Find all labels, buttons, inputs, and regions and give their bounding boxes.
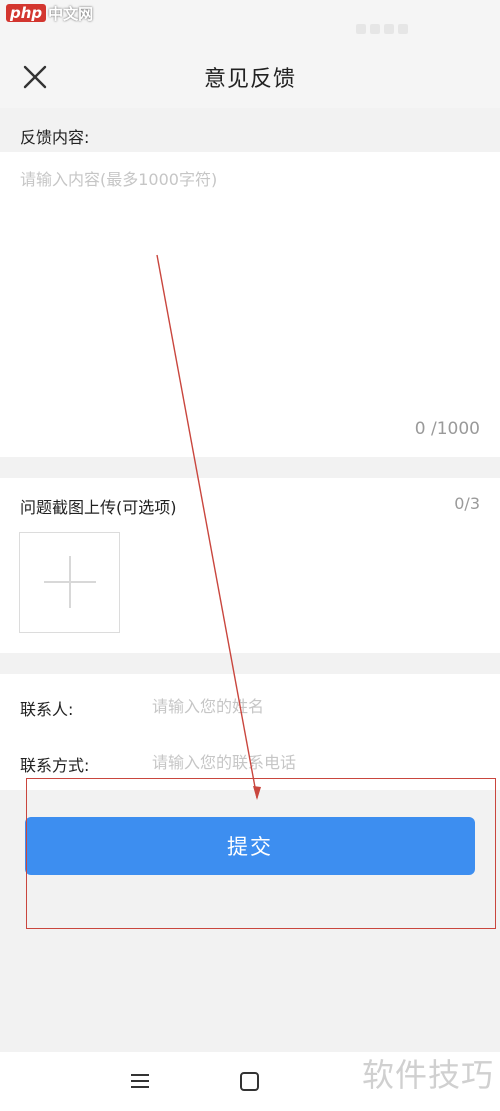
- screenshot-upload-section: 问题截图上传(可选项) 0/3: [0, 478, 500, 653]
- contact-name-label: 联系人:: [20, 700, 74, 719]
- contact-name-input[interactable]: [152, 692, 452, 720]
- contact-phone-input[interactable]: [152, 748, 452, 776]
- nav-bar: 意见反馈: [0, 44, 500, 108]
- watermark-logo: php 中文网: [6, 2, 93, 24]
- home-icon[interactable]: [240, 1072, 259, 1091]
- feedback-section: 0 /1000: [0, 152, 500, 457]
- page-title: 意见反馈: [203, 67, 296, 92]
- upload-title: 问题截图上传(可选项): [20, 498, 177, 517]
- contact-section: 联系人: 联系方式:: [0, 674, 500, 790]
- upload-count: 0/3: [454, 494, 480, 513]
- contact-name-row: 联系人:: [0, 678, 500, 734]
- feedback-input[interactable]: [20, 166, 480, 406]
- watermark-text: 软件技巧: [361, 1056, 494, 1094]
- submit-button[interactable]: 提交: [25, 817, 475, 875]
- char-counter: 0 /1000: [414, 419, 480, 439]
- add-screenshot-button[interactable]: [19, 532, 120, 633]
- watermark-logo-php: php: [6, 4, 47, 22]
- watermark-logo-name: 中文网: [48, 4, 94, 23]
- menu-icon[interactable]: [131, 1074, 149, 1088]
- feedback-label: 反馈内容:: [20, 128, 90, 147]
- status-bar: php 中文网: [0, 0, 500, 44]
- status-icons: [356, 24, 436, 34]
- contact-phone-row: 联系方式:: [0, 734, 500, 790]
- contact-phone-label: 联系方式:: [20, 756, 90, 775]
